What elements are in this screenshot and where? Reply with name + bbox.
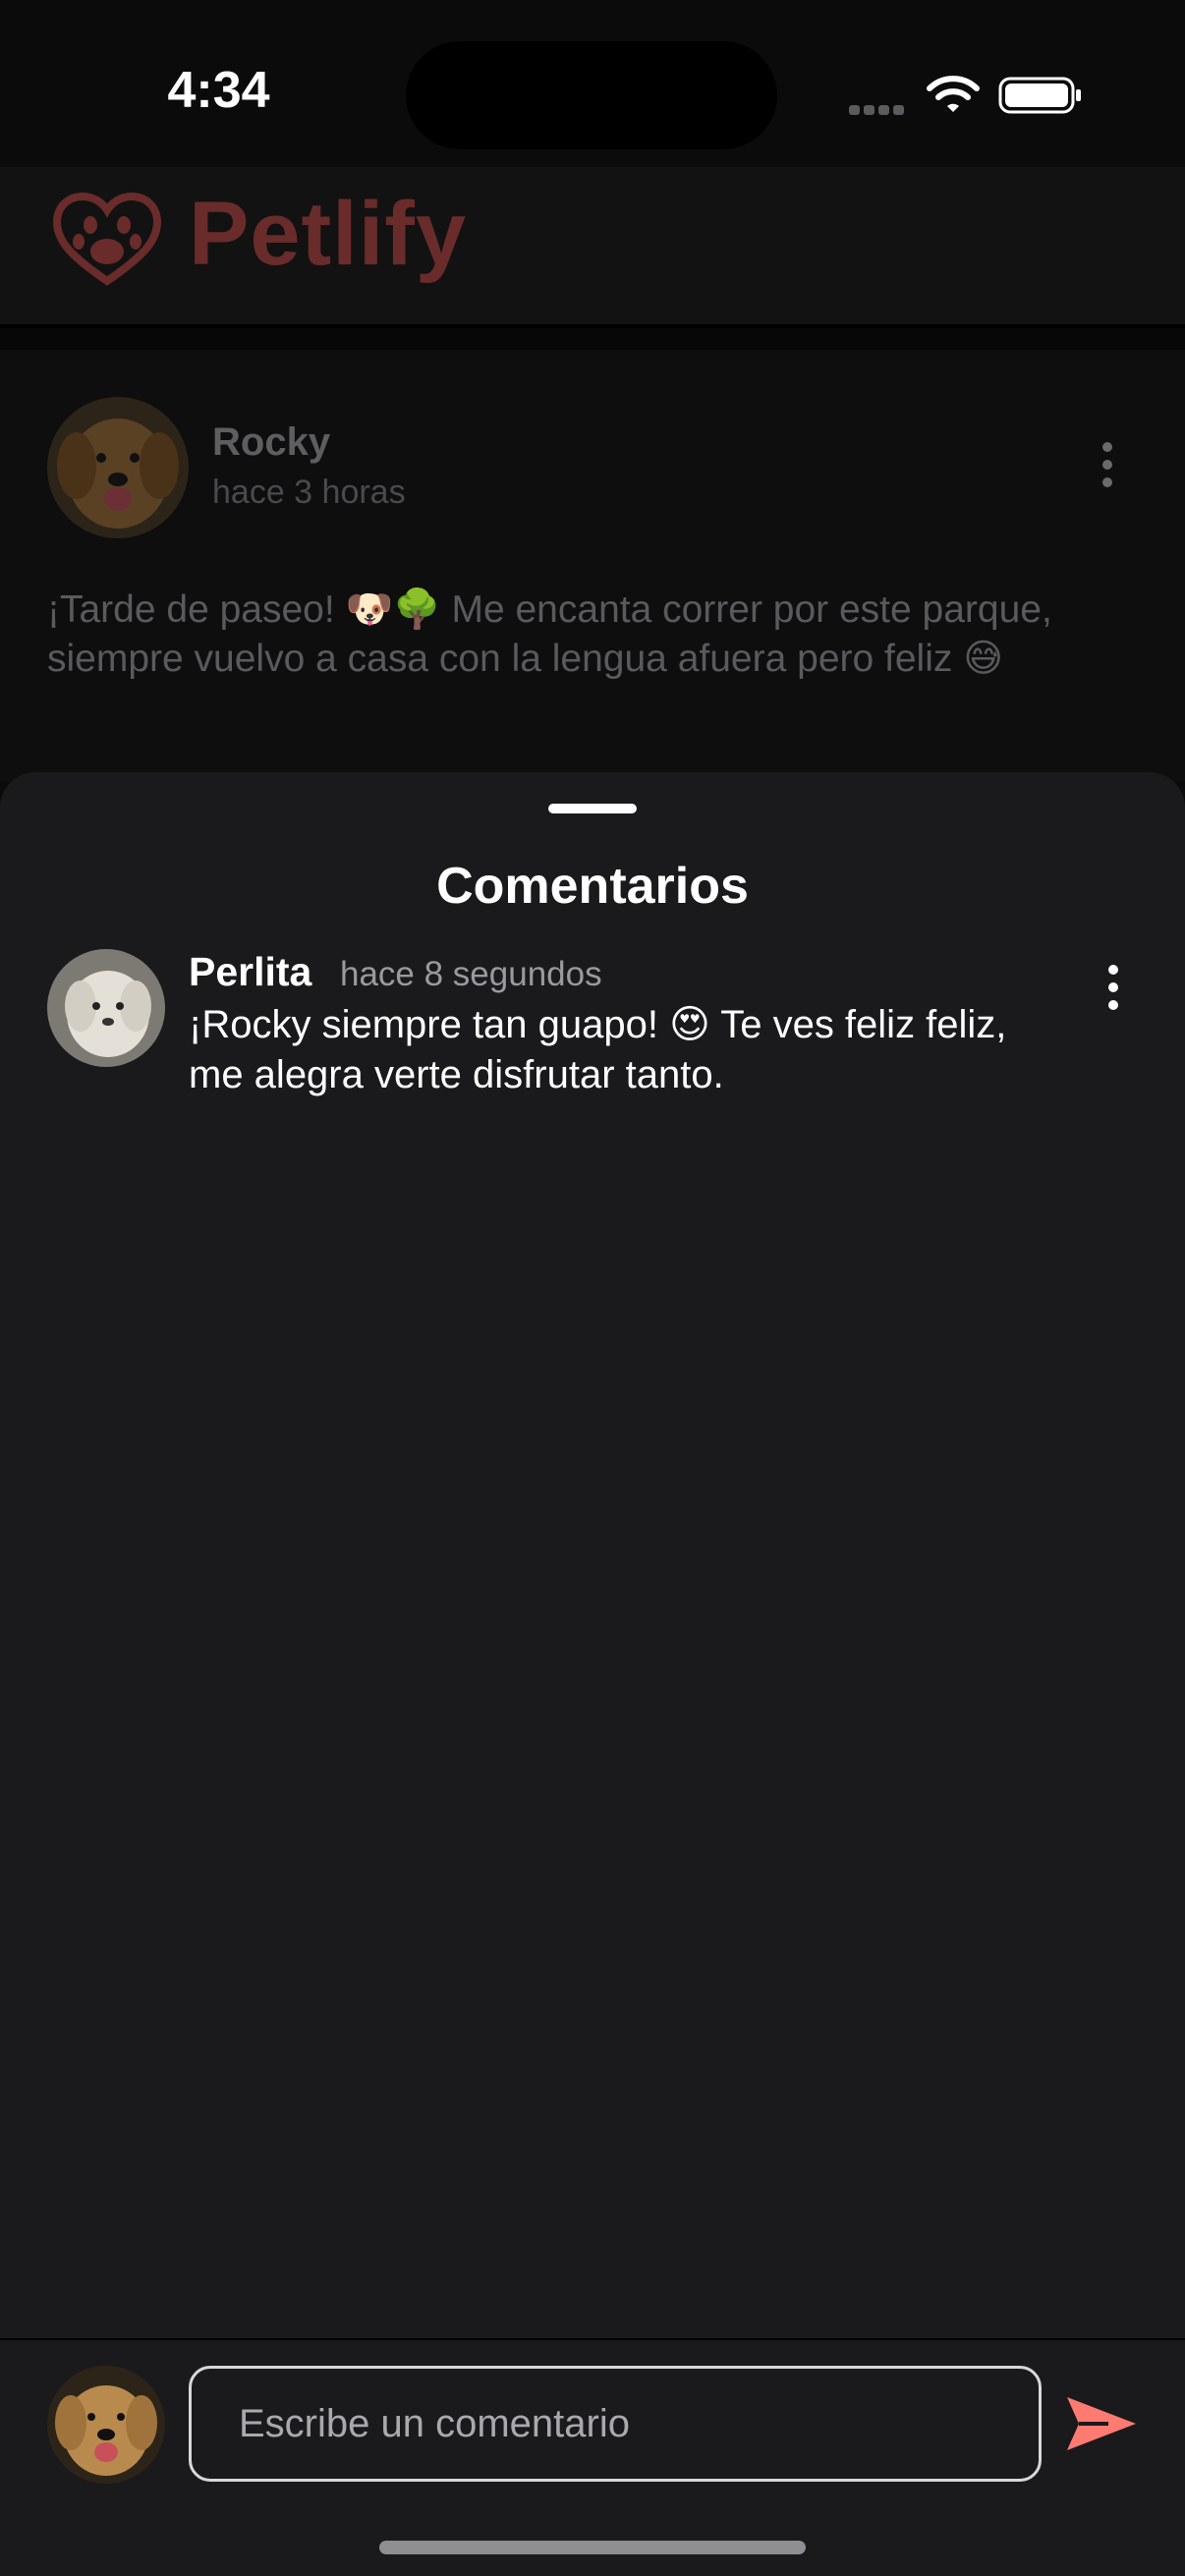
battery-icon <box>998 77 1081 114</box>
wifi-icon <box>927 76 980 112</box>
comment-text: ¡Rocky siempre tan guapo! 😍 Te ves feliz… <box>189 1003 1007 1096</box>
comment-input[interactable] <box>189 2366 1042 2482</box>
post-text: ¡Tarde de paseo! 🐶🌳 Me encanta correr po… <box>47 588 1052 680</box>
app-title: Petlify <box>189 184 468 284</box>
cellular-signal-icon <box>849 102 908 120</box>
home-indicator[interactable] <box>379 2541 806 2554</box>
comment-timestamp: hace 8 segundos <box>340 955 602 993</box>
post-author-name[interactable]: Rocky <box>212 420 330 465</box>
header-shadow <box>0 328 1185 350</box>
app-header <box>0 167 1185 324</box>
paw-heart-logo-icon <box>53 193 161 286</box>
send-icon[interactable] <box>1065 2393 1138 2454</box>
comment-author-name[interactable]: Perlita <box>189 949 311 995</box>
status-time: 4:34 <box>167 62 270 119</box>
sheet-drag-handle[interactable] <box>548 804 637 813</box>
current-user-avatar <box>47 2366 165 2484</box>
sheet-title: Comentarios <box>436 858 749 915</box>
comment-author-avatar[interactable] <box>47 949 165 1067</box>
comment-more-options-icon[interactable] <box>1099 965 1128 1020</box>
post-timestamp: hace 3 horas <box>212 474 406 511</box>
dynamic-island <box>406 41 777 149</box>
post-more-options-icon[interactable] <box>1093 442 1122 497</box>
post-author-avatar[interactable] <box>47 397 189 538</box>
post-card <box>0 350 1185 782</box>
